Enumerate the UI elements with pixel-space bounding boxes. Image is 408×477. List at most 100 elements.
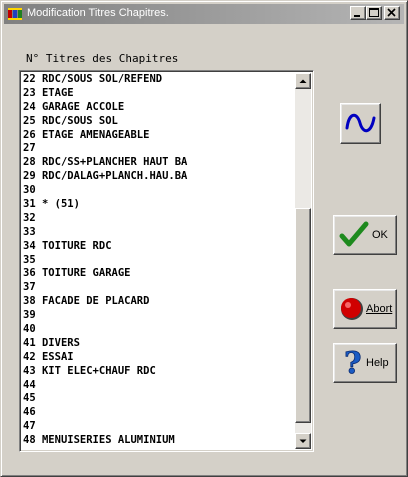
list-item[interactable]: 25 RDC/SOUS SOL xyxy=(23,115,295,129)
maximize-button[interactable] xyxy=(366,6,382,20)
chapter-number: 42 xyxy=(23,350,36,363)
chapter-title: TOITURE RDC xyxy=(41,239,112,252)
list-item[interactable]: 45 xyxy=(23,392,295,406)
chapter-number: 38 xyxy=(23,295,36,308)
list-item[interactable]: 37 xyxy=(23,281,295,295)
chapter-title: KIT ELEC+CHAUF RDC xyxy=(41,364,156,377)
list-item[interactable]: 23 ETAGE xyxy=(23,87,295,101)
list-item[interactable]: 44 xyxy=(23,379,295,393)
chapter-title: GARAGE ACCOLE xyxy=(41,100,125,113)
list-item[interactable]: 26 ETAGE AMENAGEABLE xyxy=(23,129,295,143)
chapter-title: ESSAI xyxy=(41,350,74,363)
close-button[interactable] xyxy=(384,6,400,20)
chapter-title: ETAGE AMENAGEABLE xyxy=(41,128,150,141)
chapter-title: RDC/SS+PLANCHER HAUT BA xyxy=(41,156,188,169)
window-title: Modification Titres Chapitres. xyxy=(27,7,169,19)
app-icon xyxy=(7,6,23,22)
list-item[interactable]: 41 DIVERS xyxy=(23,337,295,351)
stop-icon xyxy=(341,298,363,320)
list-item[interactable]: 30 xyxy=(23,184,295,198)
list-item[interactable]: 43 KIT ELEC+CHAUF RDC xyxy=(23,365,295,379)
close-icon xyxy=(387,8,396,17)
list-item[interactable]: 24 GARAGE ACCOLE xyxy=(23,101,295,115)
chapter-number: 44 xyxy=(23,378,36,391)
chapter-number: 33 xyxy=(23,225,36,238)
list-item[interactable]: 32 xyxy=(23,212,295,226)
abort-label: Abort xyxy=(366,303,393,315)
list-item[interactable]: 27 xyxy=(23,142,295,156)
scroll-thumb[interactable] xyxy=(295,208,311,423)
dialog-window: Modification Titres Chapitres. N° Titres… xyxy=(0,0,408,477)
list-item[interactable]: 42 ESSAI xyxy=(23,351,295,365)
svg-text:?: ? xyxy=(344,347,362,379)
chapter-title: MENUISERIES ALUMINIUM xyxy=(41,434,175,447)
chapter-number: 28 xyxy=(23,156,36,169)
chapter-number: 23 xyxy=(23,86,36,99)
list-item[interactable]: 36 TOITURE GARAGE xyxy=(23,267,295,281)
arrow-down-icon xyxy=(299,439,307,443)
chapter-title: RDC/DALAG+PLANCH.HAU.BA xyxy=(41,170,188,183)
list-header: N° Titres des Chapitres xyxy=(26,52,179,65)
vertical-scrollbar[interactable] xyxy=(295,73,311,449)
chapter-number: 25 xyxy=(23,114,36,127)
chapter-number: 41 xyxy=(23,336,36,349)
chapter-title: * (51) xyxy=(41,198,80,211)
wave-icon xyxy=(345,113,376,133)
chapter-number: 47 xyxy=(23,420,36,433)
help-button[interactable]: ? Help xyxy=(333,343,397,383)
chapter-number: 24 xyxy=(23,100,36,113)
list-item[interactable]: 29 RDC/DALAG+PLANCH.HAU.BA xyxy=(23,170,295,184)
chapter-title: DIVERS xyxy=(41,336,80,349)
scroll-up-button[interactable] xyxy=(295,73,311,89)
list-item[interactable]: 40 xyxy=(23,323,295,337)
list-item[interactable]: 46 xyxy=(23,406,295,420)
chapters-listbox[interactable]: 22 RDC/SOUS SOL/REFEND 23 ETAGE 24 GARAGE … xyxy=(19,70,314,452)
question-icon: ? xyxy=(344,347,362,379)
help-label: Help xyxy=(366,357,389,369)
title-bar[interactable]: Modification Titres Chapitres. xyxy=(4,4,404,24)
list-item[interactable]: 47 xyxy=(23,420,295,434)
maximize-icon xyxy=(369,8,379,17)
chapter-number: 27 xyxy=(23,142,36,155)
list-item[interactable]: 33 xyxy=(23,226,295,240)
chapter-title: RDC/SOUS SOL xyxy=(41,114,118,127)
list-item[interactable]: 39 xyxy=(23,309,295,323)
wave-button[interactable] xyxy=(340,103,381,144)
chapter-number: 35 xyxy=(23,253,36,266)
checkmark-icon xyxy=(339,221,369,247)
list-item[interactable]: 38 FACADE DE PLACARD xyxy=(23,295,295,309)
scroll-down-button[interactable] xyxy=(295,433,311,449)
chapter-number: 32 xyxy=(23,211,36,224)
chapter-number: 29 xyxy=(23,170,36,183)
list-item[interactable]: 34 TOITURE RDC xyxy=(23,240,295,254)
chapter-number: 30 xyxy=(23,184,36,197)
list-item[interactable]: 35 xyxy=(23,254,295,268)
chapter-number: 43 xyxy=(23,364,36,377)
chapter-title: RDC/SOUS SOL/REFEND xyxy=(41,73,163,85)
ok-label: OK xyxy=(372,229,388,241)
chapters-list: 22 RDC/SOUS SOL/REFEND 23 ETAGE 24 GARAGE … xyxy=(23,73,295,448)
minimize-button[interactable] xyxy=(350,6,366,20)
chapter-number: 31 xyxy=(23,198,36,211)
chapter-number: 34 xyxy=(23,239,36,252)
arrow-up-icon xyxy=(299,79,307,83)
chapter-number: 36 xyxy=(23,267,36,280)
list-item[interactable]: 22 RDC/SOUS SOL/REFEND xyxy=(23,73,295,87)
chapter-title: ETAGE xyxy=(41,86,74,99)
abort-button[interactable]: Abort xyxy=(333,289,397,329)
chapter-number: 45 xyxy=(23,392,36,405)
list-item[interactable]: 48 MENUISERIES ALUMINIUM xyxy=(23,434,295,448)
ok-button[interactable]: OK xyxy=(333,215,397,255)
chapter-number: 22 xyxy=(23,73,36,85)
chapter-number: 26 xyxy=(23,128,36,141)
list-item[interactable]: 28 RDC/SS+PLANCHER HAUT BA xyxy=(23,156,295,170)
chapter-number: 40 xyxy=(23,323,36,336)
chapter-title: TOITURE GARAGE xyxy=(41,267,131,280)
chapter-title: FACADE DE PLACARD xyxy=(41,295,150,308)
chapter-number: 39 xyxy=(23,309,36,322)
minimize-icon xyxy=(354,15,360,17)
list-item[interactable]: 31 * (51) xyxy=(23,198,295,212)
chapter-number: 46 xyxy=(23,406,36,419)
chapter-number: 48 xyxy=(23,434,36,447)
chapter-number: 37 xyxy=(23,281,36,294)
